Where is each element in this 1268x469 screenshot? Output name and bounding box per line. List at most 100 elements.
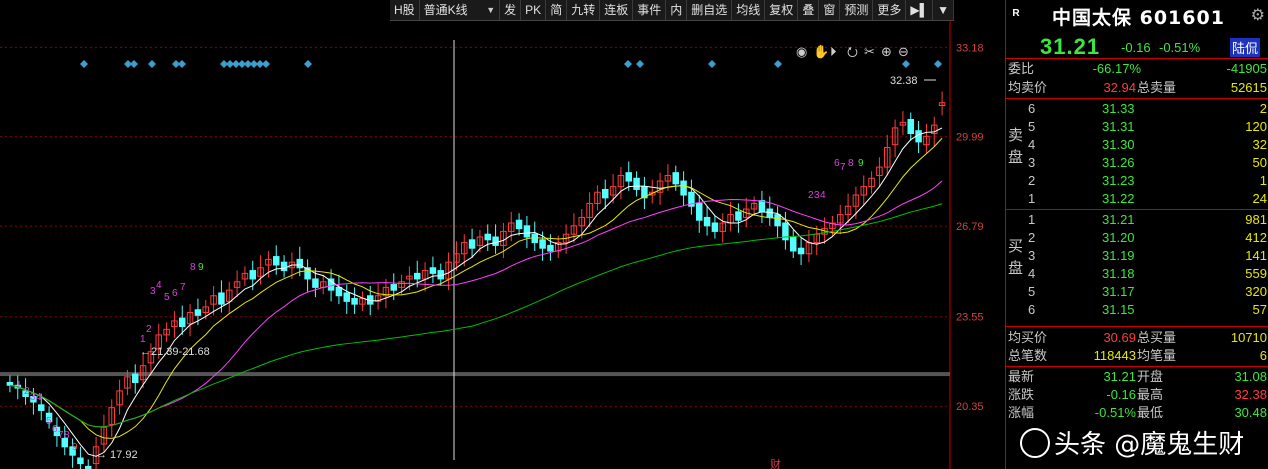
toolbar-fuquan[interactable]: 复权 xyxy=(765,0,799,20)
toolbar-forecast[interactable]: 预测 xyxy=(840,0,874,20)
trades-label: 总笔数 xyxy=(1008,348,1048,363)
y-tick-label: 20.35 xyxy=(956,401,984,413)
gear-icon[interactable]: ⚙ xyxy=(1251,5,1265,25)
avg-buy-label: 均买价 xyxy=(1008,330,1048,345)
countdown-label: 9 xyxy=(858,158,864,169)
ask-price: 31.30 xyxy=(1102,137,1135,152)
quote-panel: R 中国太保 601601 ⚙ 31.21 -0.16 -0.51% 陆侃 委比… xyxy=(1005,0,1268,469)
toolbar-pk[interactable]: PK xyxy=(521,0,547,20)
kline-type-select[interactable]: 普通K线 ▼ xyxy=(420,0,501,20)
candle-body xyxy=(38,404,45,411)
toolbar-overlay[interactable]: 叠 xyxy=(798,0,820,20)
toolbar-window[interactable]: 窗 xyxy=(819,0,841,20)
candle-body xyxy=(907,119,914,135)
candle-body xyxy=(414,272,421,280)
ask-level: 6 xyxy=(1028,101,1036,116)
chart-tool-icon: ⊕ xyxy=(881,45,892,60)
toolbar-jian[interactable]: 简 xyxy=(546,0,568,20)
countdown-label: 7 xyxy=(180,282,186,293)
candle-body xyxy=(547,244,554,252)
ma20-line xyxy=(9,180,943,428)
avg-sell-label: 均卖价 xyxy=(1008,80,1048,95)
bid-price: 31.17 xyxy=(1102,284,1135,299)
candle-body xyxy=(602,188,609,199)
last-row: 最新 31.21 开盘 31.08 xyxy=(1006,368,1268,386)
avg-per-trade-label: 均笔量 xyxy=(1137,348,1177,363)
ask-row: 4 31.30 32 xyxy=(1028,136,1268,154)
bid-level: 3 xyxy=(1028,248,1036,263)
candle-body xyxy=(218,292,225,305)
countdown-label: 4 xyxy=(156,280,162,291)
toolbar-nei[interactable]: 内 xyxy=(666,0,688,20)
avg-buy-row: 均买价 30.69 总买量 10710 xyxy=(1006,329,1268,347)
dropdown-arrow-icon[interactable]: ▼ xyxy=(933,0,954,20)
ask-volume: 1 xyxy=(1259,173,1267,188)
signal-marker xyxy=(148,60,156,68)
toolbar-fa[interactable]: 发 xyxy=(500,0,522,20)
toolbar-ma[interactable]: 均线 xyxy=(732,0,766,20)
avg-sell-row: 均卖价 32.94 总卖量 52615 xyxy=(1006,79,1268,97)
candle-body xyxy=(194,309,202,316)
total-sell-label: 总卖量 xyxy=(1137,80,1177,95)
toolbar-shijian[interactable]: 事件 xyxy=(633,0,667,20)
last-label: 最新 xyxy=(1008,369,1035,384)
candle-body xyxy=(249,270,256,280)
candle-body xyxy=(790,236,797,252)
toolbar-hshare[interactable]: H股 xyxy=(390,0,420,20)
avg-sell-value: 32.94 xyxy=(1103,80,1136,95)
ask-volume: 50 xyxy=(1252,155,1267,170)
pct-value: -0.51% xyxy=(1094,405,1136,420)
price-change: -0.16 xyxy=(1121,40,1151,55)
candle-body xyxy=(6,381,14,386)
kline-chart[interactable]: 33.18 29.99 26.79 23.55 20.35 ◉ ✋ ⏵ ⭮ ✂ ⊕ ⊖ 32.38 → 1… xyxy=(0,20,1005,469)
ask-level: 2 xyxy=(1028,173,1036,188)
panel-toggle-icon[interactable]: ▶▌ xyxy=(906,0,934,20)
ask-level: 5 xyxy=(1028,119,1036,134)
ask-level: 3 xyxy=(1028,155,1036,170)
toolbar-jiuzhuan[interactable]: 九转 xyxy=(567,0,601,20)
candle-body xyxy=(515,219,523,230)
candle-body xyxy=(296,258,303,269)
candle-body xyxy=(539,239,546,249)
candle-body xyxy=(492,236,499,246)
y-tick-label: 29.99 xyxy=(956,132,984,144)
toolbar-more[interactable]: 更多 xyxy=(873,0,907,20)
signal-marker xyxy=(624,60,632,68)
bid-row: 5 31.17 320 xyxy=(1028,283,1268,301)
signal-marker xyxy=(902,60,910,68)
candle-body xyxy=(711,222,719,232)
chart-tool-icon: ⊖ xyxy=(898,45,909,60)
candle-body xyxy=(429,267,437,274)
divider xyxy=(1006,209,1268,210)
avg-buy-value: 30.69 xyxy=(1103,330,1136,345)
candle-body xyxy=(625,172,632,182)
candle-body xyxy=(468,239,476,249)
price-row: 31.21 -0.16 -0.51% 陆侃 xyxy=(1006,32,1268,59)
range-band xyxy=(0,372,950,377)
range-annotation: ←21.39-21.68 xyxy=(140,346,210,358)
candle-body xyxy=(672,172,679,185)
candle-body xyxy=(766,208,773,218)
countdown-label: 4 xyxy=(820,190,826,201)
candle-body xyxy=(77,457,84,465)
stock-header: R 中国太保 601601 ⚙ xyxy=(1006,0,1268,30)
bid-row: 2 31.20 412 xyxy=(1028,229,1268,247)
signal-marker xyxy=(708,60,716,68)
countdown-label: 4 xyxy=(36,392,42,403)
toolbar-delete-watchlist[interactable]: 删自选 xyxy=(687,0,733,20)
buy-side-label: 买盘 xyxy=(1008,236,1024,280)
bid-row: 1 31.21 981 xyxy=(1028,211,1268,229)
northbound-badge: 陆侃 xyxy=(1230,38,1261,57)
low-value: 30.48 xyxy=(1234,405,1267,420)
countdown-label: 5 xyxy=(164,292,170,303)
candle-body xyxy=(280,261,288,272)
bid-price: 31.18 xyxy=(1102,266,1135,281)
bid-level: 2 xyxy=(1028,230,1036,245)
signal-marker xyxy=(934,60,942,68)
toolbar-lianban[interactable]: 连板 xyxy=(600,0,634,20)
watermark-logo-icon xyxy=(1020,428,1050,458)
high-annotation: 32.38 xyxy=(890,75,918,87)
candle-body xyxy=(696,202,703,221)
candle-body xyxy=(774,214,781,227)
candle-body xyxy=(735,211,742,221)
